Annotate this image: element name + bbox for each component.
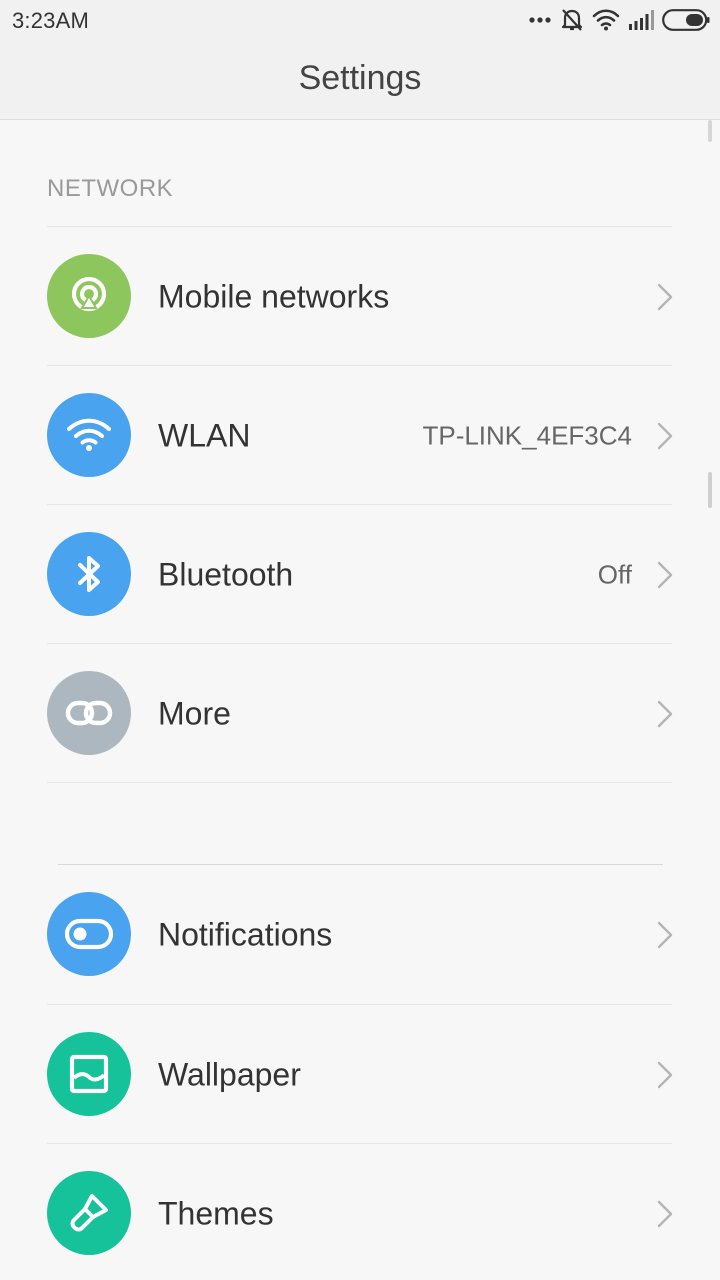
chevron-right-icon [657, 1061, 673, 1088]
settings-item-label: Wallpaper [158, 1056, 301, 1092]
settings-item-more[interactable]: More [0, 644, 720, 783]
brush-icon [47, 1171, 131, 1255]
settings-item-themes[interactable]: Themes [0, 1144, 720, 1280]
chevron-right-icon [657, 700, 673, 727]
settings-item-mobile-networks[interactable]: Mobile networks [0, 227, 720, 366]
toggle-icon [47, 892, 131, 976]
settings-item-value: Off [597, 559, 632, 589]
settings-item-label: Themes [158, 1195, 274, 1231]
settings-item-label: Bluetooth [158, 556, 294, 592]
status-icons [520, 6, 710, 34]
bluetooth-icon [47, 532, 131, 616]
alarm-off-icon [560, 7, 584, 33]
settings-item-label: WLAN [158, 417, 251, 453]
section-header-network: NETWORK [47, 175, 174, 202]
settings-item-label: More [158, 695, 231, 731]
chevron-right-icon [657, 422, 673, 449]
settings-item-value: TP-LINK_4EF3C4 [422, 420, 632, 450]
wallpaper-icon [47, 1032, 131, 1116]
settings-item-wlan[interactable]: WLAN TP-LINK_4EF3C4 [0, 366, 720, 505]
wifi-icon [592, 9, 620, 31]
signal-icon [628, 10, 654, 30]
divider [47, 782, 672, 783]
settings-item-notifications[interactable]: Notifications [0, 865, 720, 1004]
settings-screen: 3:23AM Settings NETWORK Mobile networks … [0, 0, 720, 1280]
chevron-right-icon [657, 1200, 673, 1227]
page-title: Settings [298, 59, 422, 97]
settings-item-wallpaper[interactable]: Wallpaper [0, 1005, 720, 1144]
scrollbar-top-indicator [708, 120, 712, 142]
settings-item-label: Mobile networks [158, 278, 390, 314]
chevron-right-icon [657, 283, 673, 310]
link-icon [47, 671, 131, 755]
chevron-right-icon [657, 561, 673, 588]
status-time: 3:23AM [12, 8, 90, 33]
mobile-networks-icon [47, 254, 131, 338]
battery-icon [662, 9, 710, 31]
settings-item-label: Notifications [158, 916, 333, 952]
wifi-icon [47, 393, 131, 477]
settings-item-bluetooth[interactable]: Bluetooth Off [0, 505, 720, 644]
more-dots-icon [528, 16, 552, 24]
chevron-right-icon [657, 921, 673, 948]
status-bar: 3:23AM [0, 0, 720, 40]
title-bar: Settings [0, 40, 720, 120]
